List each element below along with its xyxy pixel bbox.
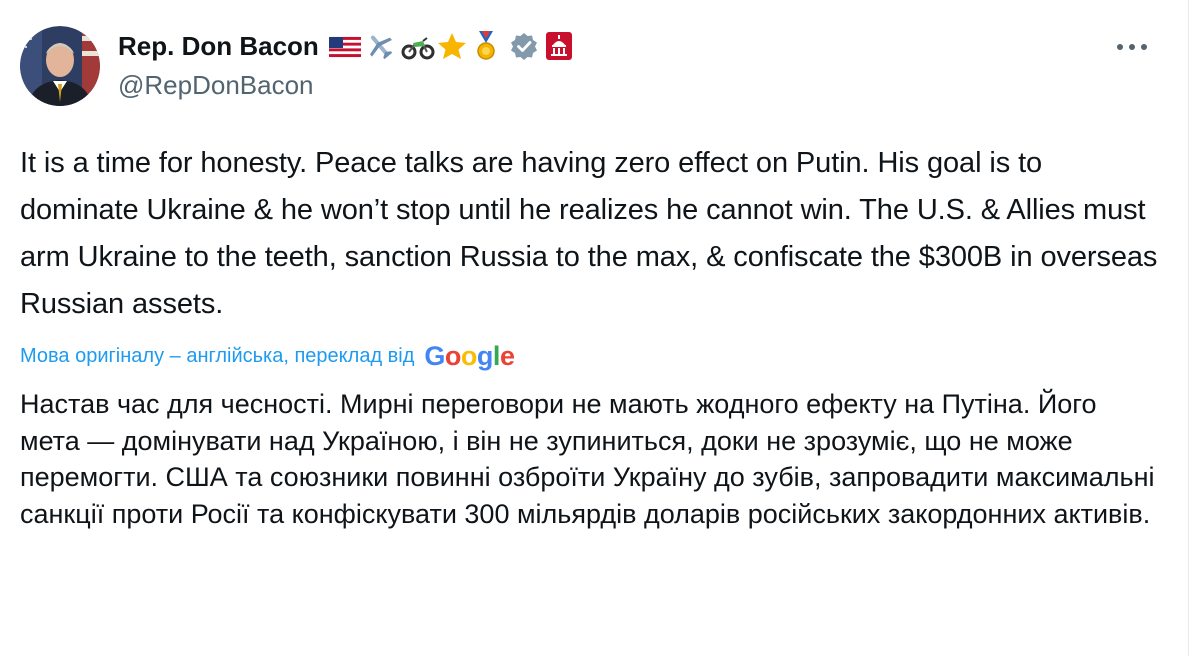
star-icon	[437, 31, 467, 61]
medal-icon	[473, 31, 503, 61]
translation-label-link[interactable]: Мова оригіналу – англійська, переклад ві…	[20, 345, 414, 368]
translation-attribution: Мова оригіналу – англійська, переклад ві…	[20, 338, 515, 374]
tweet-card: Rep. Don Bacon @RepDonBacon It is a time…	[0, 0, 1189, 656]
author-name-row: Rep. Don Bacon	[118, 26, 575, 66]
translated-text: Настав час для чесності. Мирні переговор…	[20, 389, 1155, 529]
author-handle[interactable]: @RepDonBacon	[118, 70, 314, 101]
capitol-icon[interactable]	[545, 31, 575, 61]
airplane-icon	[365, 31, 395, 61]
more-dots-icon	[1117, 44, 1147, 50]
tweet-text: It is a time for honesty. Peace talks ar…	[20, 147, 1158, 320]
verified-icon[interactable]	[509, 31, 539, 61]
google-logo: Google	[424, 340, 515, 371]
profile-avatar[interactable]	[20, 26, 100, 106]
us-flag-icon	[328, 31, 361, 61]
motorcycle-icon	[401, 31, 435, 61]
author-display-name[interactable]: Rep. Don Bacon	[118, 31, 319, 62]
more-options-button[interactable]	[1112, 32, 1152, 62]
